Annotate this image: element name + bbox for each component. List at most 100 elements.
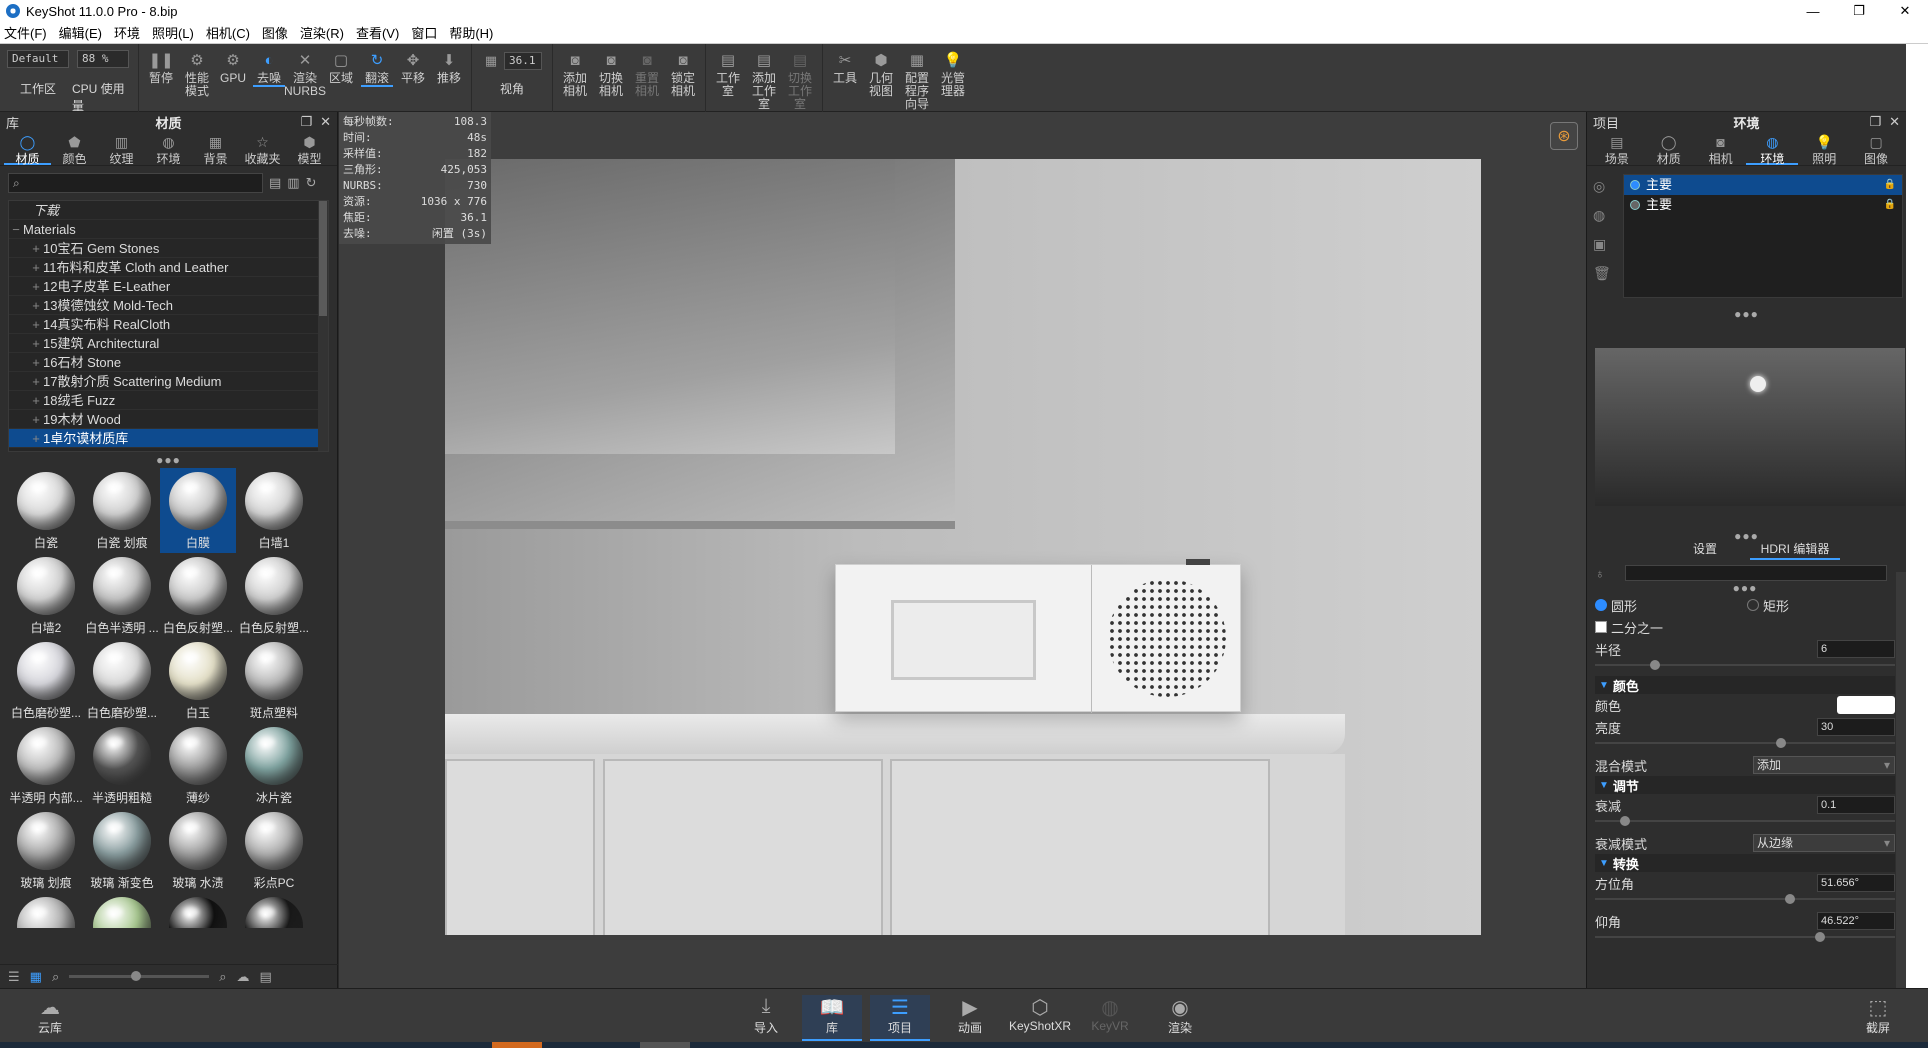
tab-hdri-editor[interactable]: HDRI 编辑器 [1750,540,1840,560]
falloff-slider[interactable] [1595,816,1895,826]
configurator-button[interactable]: ▦ 配置程序向导 [901,50,933,111]
performance-button[interactable]: ⚙ 性能模式 [181,50,213,98]
material-thumbnail[interactable]: 白膜 [160,468,236,553]
fov-input[interactable]: 36.1 [504,52,542,70]
lock-icon[interactable]: 🔒 [1884,195,1896,215]
tree-scrollbar[interactable] [318,201,328,451]
pan-button[interactable]: ✥ 平移 [397,50,429,85]
material-thumbnail[interactable]: 白瓷 划痕 [84,468,160,553]
copy-environment-icon[interactable]: ▣ [1593,236,1611,253]
material-thumbnail[interactable]: 白墙2 [8,553,84,638]
material-thumbnail[interactable]: 白色半透明 ... [84,553,160,638]
slider-knob[interactable] [1620,816,1630,826]
tree-item[interactable]: +16石材 Stone [9,353,328,372]
elevation-input[interactable]: 46.522° [1817,912,1895,930]
tree-item[interactable]: +19木材 Wood [9,410,328,429]
light-pin[interactable] [1750,376,1766,392]
material-thumbnail[interactable]: 玻璃 渐变色 [84,808,160,893]
properties-scrollbar[interactable] [1896,572,1906,992]
color-swatch[interactable] [1837,696,1895,714]
brightness-slider[interactable] [1595,738,1895,748]
material-thumbnail[interactable]: 玻璃 划痕 [8,808,84,893]
expand-icon[interactable]: + [29,353,43,372]
add-studio-button[interactable]: ▤ 添加工作室 [748,50,780,111]
lock-camera-button[interactable]: ◙ 锁定相机 [667,50,699,98]
tab-material[interactable]: ◯ 材质 [1643,132,1695,166]
project-button[interactable]: ☰ 项目 [870,995,930,1041]
material-thumbnail[interactable]: 白墙1 [236,468,312,553]
add-environment-icon[interactable]: ◍ [1593,207,1611,224]
shape-circle-option[interactable]: 圆形 [1595,596,1637,615]
screenshot-button[interactable]: ⬚ 截屏 [1848,995,1908,1036]
tree-item[interactable]: +15建筑 Architectural [9,334,328,353]
material-thumbnail[interactable]: 玻璃 水渍 [160,808,236,893]
keyshotxr-button[interactable]: ⬡ KeyShotXR [1009,995,1071,1033]
splitter-handle[interactable]: ●●● [0,454,337,466]
material-thumbnail[interactable]: 彩点PC [236,808,312,893]
menu-view[interactable]: 查看(V) [356,23,399,42]
tab-color[interactable]: ⬟ 颜色 [51,132,98,166]
tab-model[interactable]: ⬢ 模型 [286,132,333,166]
upload-cloud-icon[interactable]: ☁ [237,969,250,985]
menu-help[interactable]: 帮助(H) [449,23,493,42]
close-panel-icon[interactable]: ✕ [320,114,331,130]
azimuth-input[interactable]: 51.656° [1817,874,1895,892]
tab-environment[interactable]: ◍ 环境 [1746,132,1799,166]
duplicate-environment-icon[interactable]: ◎ [1593,178,1611,195]
tree-item[interactable]: +10宝石 Gem Stones [9,239,328,258]
expand-icon[interactable]: + [29,315,43,334]
tree-item[interactable]: +13模德蚀纹 Mold-Tech [9,296,328,315]
material-thumbnail[interactable] [84,893,160,928]
blend-mode-select[interactable]: 添加 [1753,756,1895,774]
tools-button[interactable]: ✂ 工具 [829,50,861,85]
tree-item[interactable]: +12电子皮革 E-Leather [9,277,328,296]
menu-lighting[interactable]: 照明(L) [152,23,194,42]
denoise-button[interactable]: ◐ 去噪 [253,50,285,87]
render-viewport[interactable]: 每秒帧数: 108.3 时间: 48s 采样值: 182 三角形: 425,053 NURBS:… [339,112,1586,988]
expand-icon[interactable]: − [9,220,23,239]
expand-icon[interactable]: + [29,391,43,410]
keyvr-button[interactable]: ◍ KeyVR [1080,995,1140,1033]
expand-icon[interactable]: + [29,429,43,448]
library-button[interactable]: 📖 库 [802,995,862,1041]
tree-item[interactable]: +1卓尔谟材质库 [9,429,328,448]
material-thumbnail[interactable]: 半透明粗糙 [84,723,160,808]
tab-lighting[interactable]: 💡 照明 [1798,132,1850,166]
material-thumbnail[interactable]: 斑点塑料 [236,638,312,723]
cpu-usage-select[interactable]: 88 % [77,50,129,68]
menu-edit[interactable]: 编辑(E) [59,23,102,42]
add-folder-icon[interactable]: ▥ [287,175,299,191]
menu-window[interactable]: 窗口 [411,23,437,42]
radius-input[interactable]: 6 [1817,640,1895,658]
material-thumbnail[interactable]: 薄纱 [160,723,236,808]
grid-view-icon[interactable]: ▦ [30,969,42,985]
folder-open-icon[interactable]: ▤ [269,175,281,191]
slider-knob[interactable] [1815,932,1825,942]
delete-icon[interactable]: 🗑 [1593,265,1611,282]
expand-icon[interactable]: + [29,258,43,277]
tumble-button[interactable]: ↻ 翻滚 [361,50,393,87]
menu-file[interactable]: 文件(F) [4,23,47,42]
tab-favorites[interactable]: ☆ 收藏夹 [239,132,286,166]
tree-item[interactable]: +14真实布料 RealCloth [9,315,328,334]
dolly-button[interactable]: ⬇ 推移 [433,50,465,85]
geometry-view-button[interactable]: ⬢ 几何视图 [865,50,897,98]
material-thumbnail[interactable]: 白色反射塑... [160,553,236,638]
expand-icon[interactable]: + [29,410,43,429]
import-folder-icon[interactable]: ▤ [260,969,272,985]
expand-icon[interactable]: + [29,277,43,296]
material-thumbnail[interactable]: 白色反射塑... [236,553,312,638]
expand-icon[interactable]: + [29,239,43,258]
nurbs-button[interactable]: ✕ 渲染 NURBS [284,50,326,98]
render-image[interactable] [445,159,1481,935]
tree-item[interactable]: 下载 [9,201,328,220]
splitter-handle[interactable]: ●●● [1595,582,1895,594]
add-camera-button[interactable]: ◙ 添加相机 [559,50,591,98]
library-search-input[interactable]: ⌕ [8,173,263,193]
close-panel-icon[interactable]: ✕ [1889,114,1900,130]
close-button[interactable]: ✕ [1882,0,1928,22]
float-panel-icon[interactable]: ❐ [300,114,312,130]
region-button[interactable]: ▢ 区域 [325,50,357,85]
material-thumbnail[interactable] [236,893,312,928]
lock-icon[interactable]: 🔒 [1884,175,1896,195]
